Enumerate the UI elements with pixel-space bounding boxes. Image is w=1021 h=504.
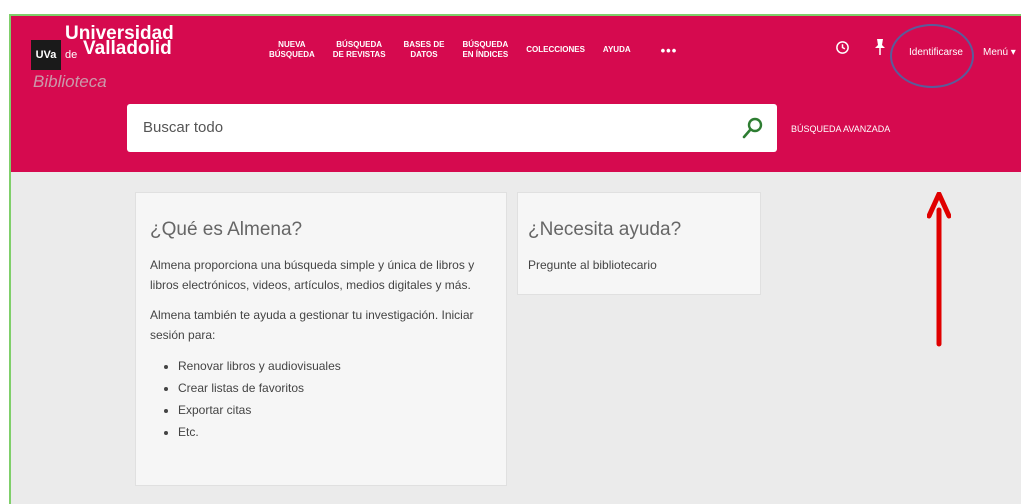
almena-list: Renovar libros y audiovisuales Crear lis… <box>150 355 492 443</box>
annotation-circle <box>890 24 974 88</box>
help-title: ¿Necesita ayuda? <box>528 219 682 240</box>
history-icon[interactable] <box>835 40 850 55</box>
advanced-search-link[interactable]: BÚSQUEDA AVANZADA <box>791 124 890 134</box>
logo-university-de: de <box>65 49 78 61</box>
nav-nueva-busqueda[interactable]: NUEVA BÚSQUEDA <box>269 40 315 60</box>
almena-paragraph-2: Almena también te ayuda a gestionar tu i… <box>150 308 474 342</box>
list-item: Etc. <box>178 421 492 443</box>
help-card: ¿Necesita ayuda? Pregunte al bibliotecar… <box>517 192 761 295</box>
list-item: Exportar citas <box>178 399 492 421</box>
search-icon[interactable] <box>741 116 765 140</box>
nav-busqueda-revistas[interactable]: BÚSQUEDA DE REVISTAS <box>333 40 386 60</box>
list-item: Crear listas de favoritos <box>178 377 492 399</box>
main-nav: NUEVA BÚSQUEDA BÚSQUEDA DE REVISTAS BASES … <box>269 40 677 60</box>
page-frame: UVa Universidad de Valladolid Biblioteca… <box>9 14 1021 504</box>
logo-university-line2: Valladolid <box>83 38 172 59</box>
header-bar: UVa Universidad de Valladolid Biblioteca… <box>11 16 1021 172</box>
nav-colecciones[interactable]: COLECCIONES <box>526 45 585 55</box>
pin-icon[interactable] <box>873 38 887 56</box>
university-logo[interactable]: UVa Universidad de Valladolid Biblioteca <box>27 22 187 96</box>
logo-biblioteca: Biblioteca <box>33 72 107 91</box>
menu-button[interactable]: Menú ▾ <box>983 47 1016 58</box>
almena-info-card: ¿Qué es Almena? Almena proporciona una b… <box>135 192 507 486</box>
nav-more-button[interactable]: ••• <box>661 43 678 58</box>
annotation-arrow <box>927 192 951 347</box>
nav-ayuda[interactable]: AYUDA <box>603 45 631 55</box>
search-input[interactable] <box>141 118 725 137</box>
search-box <box>127 104 777 152</box>
nav-busqueda-indices[interactable]: BÚSQUEDA EN ÍNDICES <box>462 40 508 60</box>
help-link[interactable]: Pregunte al bibliotecario <box>528 255 750 275</box>
uva-logo-badge: UVa <box>31 40 61 70</box>
almena-title: ¿Qué es Almena? <box>150 219 303 240</box>
almena-paragraph-1: Almena proporciona una búsqueda simple y… <box>150 258 475 292</box>
list-item: Renovar libros y audiovisuales <box>178 355 492 377</box>
nav-bases-datos[interactable]: BASES DE DATOS <box>404 40 445 60</box>
